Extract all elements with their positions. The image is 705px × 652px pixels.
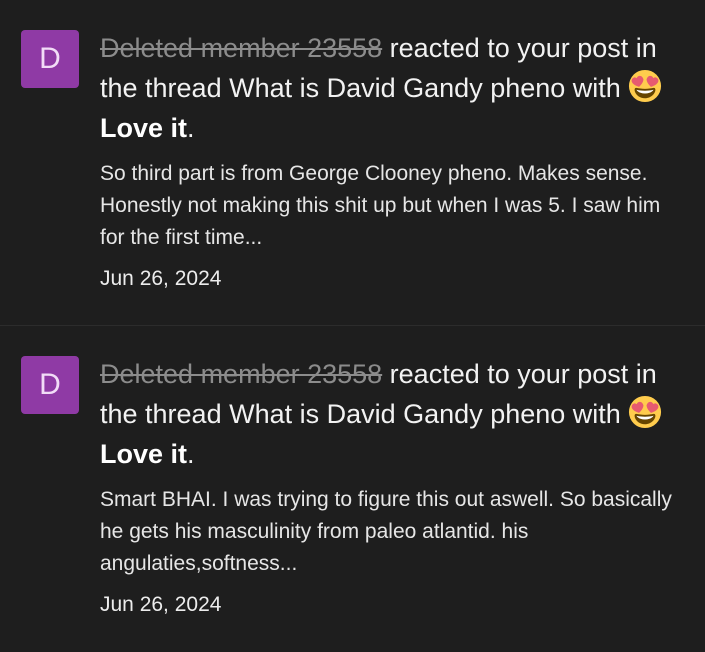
period: .	[187, 113, 195, 143]
alerts-list: D Deleted member 23558 reacted to your p…	[0, 0, 705, 652]
username-link[interactable]: Deleted member 23558	[100, 359, 382, 389]
avatar[interactable]: D	[21, 30, 79, 88]
post-snippet[interactable]: Smart BHAI. I was trying to figure this …	[100, 484, 685, 580]
post-snippet[interactable]: So third part is from George Clooney phe…	[100, 158, 685, 254]
reaction-label: Love it	[100, 113, 188, 143]
period: .	[187, 439, 195, 469]
alert-item[interactable]: D Deleted member 23558 reacted to your p…	[0, 326, 705, 652]
alert-item[interactable]: D Deleted member 23558 reacted to your p…	[0, 0, 705, 326]
heart-eyes-emoji-icon	[629, 395, 662, 429]
alert-content: Deleted member 23558 reacted to your pos…	[100, 28, 695, 293]
alert-date: Jun 26, 2024	[100, 267, 222, 290]
username-link[interactable]: Deleted member 23558	[100, 33, 382, 63]
avatar[interactable]: D	[21, 356, 79, 414]
alert-content: Deleted member 23558 reacted to your pos…	[100, 354, 695, 619]
alert-headline: Deleted member 23558 reacted to your pos…	[100, 354, 695, 474]
alert-date: Jun 26, 2024	[100, 593, 222, 616]
alert-headline: Deleted member 23558 reacted to your pos…	[100, 28, 695, 148]
heart-eyes-emoji-icon	[629, 69, 662, 103]
reaction-label: Love it	[100, 439, 188, 469]
